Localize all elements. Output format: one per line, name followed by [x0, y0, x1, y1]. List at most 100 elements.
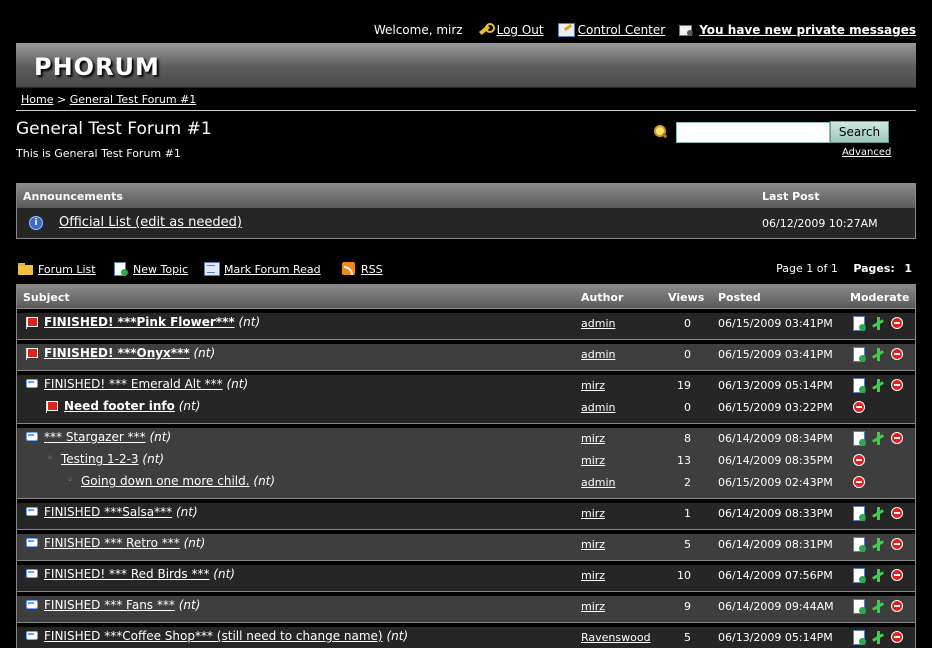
announcements-header: Announcements Last Post	[17, 184, 915, 208]
topic-group: FINISHED *** Fans *** (nt) mirz 9 06/14/…	[17, 596, 915, 623]
author-link[interactable]: mirz	[581, 569, 605, 582]
breadcrumb: Home > General Test Forum #1	[21, 93, 196, 106]
author-link[interactable]: mirz	[581, 454, 605, 467]
logout-link-wrap[interactable]: Log Out	[477, 22, 544, 38]
split-topic-icon[interactable]	[871, 537, 885, 552]
move-topic-icon[interactable]	[852, 316, 866, 331]
page-title: General Test Forum #1	[16, 119, 212, 139]
delete-icon[interactable]	[890, 537, 904, 551]
breadcrumb-home[interactable]: Home	[21, 93, 53, 106]
split-topic-icon[interactable]	[871, 431, 885, 446]
no-text-marker: (nt)	[386, 629, 409, 643]
announcements-table: Announcements Last Post Official List (e…	[16, 183, 916, 239]
move-topic-icon[interactable]	[852, 431, 866, 446]
author-link[interactable]: mirz	[581, 507, 605, 520]
mark-read-link[interactable]: Mark Forum Read	[224, 263, 321, 276]
subject-link-wrap: FINISHED *** Retro *** (nt)	[44, 536, 205, 550]
split-topic-icon[interactable]	[871, 506, 885, 521]
views-heading: Views	[668, 291, 705, 304]
author-link[interactable]: mirz	[581, 432, 605, 445]
topic-link[interactable]: FINISHED! ***Onyx***	[44, 346, 190, 360]
author-link[interactable]: mirz	[581, 538, 605, 551]
split-topic-icon[interactable]	[871, 316, 885, 331]
dot-icon: ◦	[67, 475, 73, 486]
delete-icon[interactable]	[890, 347, 904, 361]
delete-icon[interactable]	[890, 506, 904, 520]
rss-tool[interactable]: RSS	[341, 261, 383, 277]
topic-link[interactable]: FINISHED *** Fans ***	[44, 598, 175, 612]
announcement-link[interactable]: Official List (edit as needed)	[59, 215, 242, 230]
logout-link[interactable]: Log Out	[497, 23, 544, 37]
private-messages-link[interactable]: You have new private messages	[699, 23, 916, 37]
author-link[interactable]: mirz	[581, 379, 605, 392]
topic-link[interactable]: *** Stargazer ***	[44, 430, 146, 444]
bubble-icon	[25, 537, 38, 549]
topic-link[interactable]: FINISHED ***Salsa***	[44, 505, 172, 519]
search-input[interactable]	[676, 121, 830, 143]
delete-icon[interactable]	[852, 400, 866, 414]
split-topic-icon[interactable]	[871, 630, 885, 645]
breadcrumb-forum[interactable]: General Test Forum #1	[70, 93, 197, 106]
control-center-wrap[interactable]: Control Center	[557, 22, 666, 38]
move-topic-icon[interactable]	[852, 378, 866, 393]
move-topic-icon[interactable]	[852, 347, 866, 362]
delete-icon[interactable]	[890, 316, 904, 330]
flag-icon	[45, 400, 58, 413]
mark-read-tool[interactable]: Mark Forum Read	[204, 261, 321, 277]
phorum-logo[interactable]: PHORUM	[34, 53, 160, 81]
move-topic-icon[interactable]	[852, 630, 866, 645]
topic-link[interactable]: FINISHED! *** Emerald Alt ***	[44, 377, 223, 391]
topic-link[interactable]: FINISHED ***Coffee Shop*** (still need t…	[44, 629, 383, 643]
split-topic-icon[interactable]	[871, 347, 885, 362]
topic-link[interactable]: Need footer info	[64, 399, 175, 413]
delete-icon[interactable]	[890, 378, 904, 392]
split-topic-icon[interactable]	[871, 568, 885, 583]
author-link[interactable]: admin	[581, 317, 615, 330]
move-topic-icon[interactable]	[852, 506, 866, 521]
subject-cell: FINISHED! ***Pink Flower*** (nt)	[25, 315, 260, 329]
posted-date: 06/14/2009 08:31PM	[718, 538, 833, 551]
topic-link[interactable]: FINISHED *** Retro ***	[44, 536, 180, 550]
rss-link[interactable]: RSS	[361, 263, 383, 276]
author-link[interactable]: mirz	[581, 600, 605, 613]
current-page[interactable]: 1	[904, 262, 912, 275]
subject-cell: FINISHED! *** Red Birds *** (nt)	[25, 567, 235, 581]
page-info: Page 1 of 1	[776, 262, 838, 275]
author-link[interactable]: Ravenswood	[581, 631, 651, 644]
logo-bar: PHORUM	[16, 43, 916, 88]
no-text-marker: (nt)	[226, 377, 249, 391]
folder-icon	[18, 261, 34, 277]
move-topic-icon[interactable]	[852, 537, 866, 552]
topic-group: FINISHED *** Retro *** (nt) mirz 5 06/14…	[17, 534, 915, 561]
author-link[interactable]: admin	[581, 476, 615, 489]
topic-link[interactable]: FINISHED! *** Red Birds ***	[44, 567, 209, 581]
author-link[interactable]: admin	[581, 348, 615, 361]
split-topic-icon[interactable]	[871, 599, 885, 614]
delete-icon[interactable]	[890, 431, 904, 445]
delete-icon[interactable]	[852, 475, 866, 489]
private-messages-wrap[interactable]: You have new private messages	[679, 22, 916, 38]
move-topic-icon[interactable]	[852, 568, 866, 583]
forum-list-tool[interactable]: Forum List	[18, 261, 96, 277]
subject-cell: ◦ Testing 1-2-3 (nt)	[45, 452, 164, 466]
delete-icon[interactable]	[852, 453, 866, 467]
topic-link[interactable]: Going down one more child.	[81, 474, 250, 488]
advanced-search-link[interactable]: Advanced	[842, 147, 891, 158]
search-button[interactable]: Search	[830, 121, 889, 143]
new-topic-tool[interactable]: New Topic	[113, 261, 188, 277]
move-topic-icon[interactable]	[852, 599, 866, 614]
delete-icon[interactable]	[890, 630, 904, 644]
delete-icon[interactable]	[890, 599, 904, 613]
info-icon	[28, 216, 43, 230]
control-center-link[interactable]: Control Center	[578, 23, 666, 37]
new-topic-link[interactable]: New Topic	[133, 263, 188, 276]
author-link[interactable]: admin	[581, 401, 615, 414]
topic-link[interactable]: Testing 1-2-3	[61, 452, 139, 466]
pages-label: Pages:	[853, 262, 895, 275]
posted-date: 06/14/2009 09:44AM	[718, 600, 834, 613]
split-topic-icon[interactable]	[871, 378, 885, 393]
delete-icon[interactable]	[890, 568, 904, 582]
forum-list-link[interactable]: Forum List	[38, 263, 96, 276]
posted-date: 06/15/2009 03:41PM	[718, 348, 833, 361]
topic-link[interactable]: FINISHED! ***Pink Flower***	[44, 315, 235, 329]
